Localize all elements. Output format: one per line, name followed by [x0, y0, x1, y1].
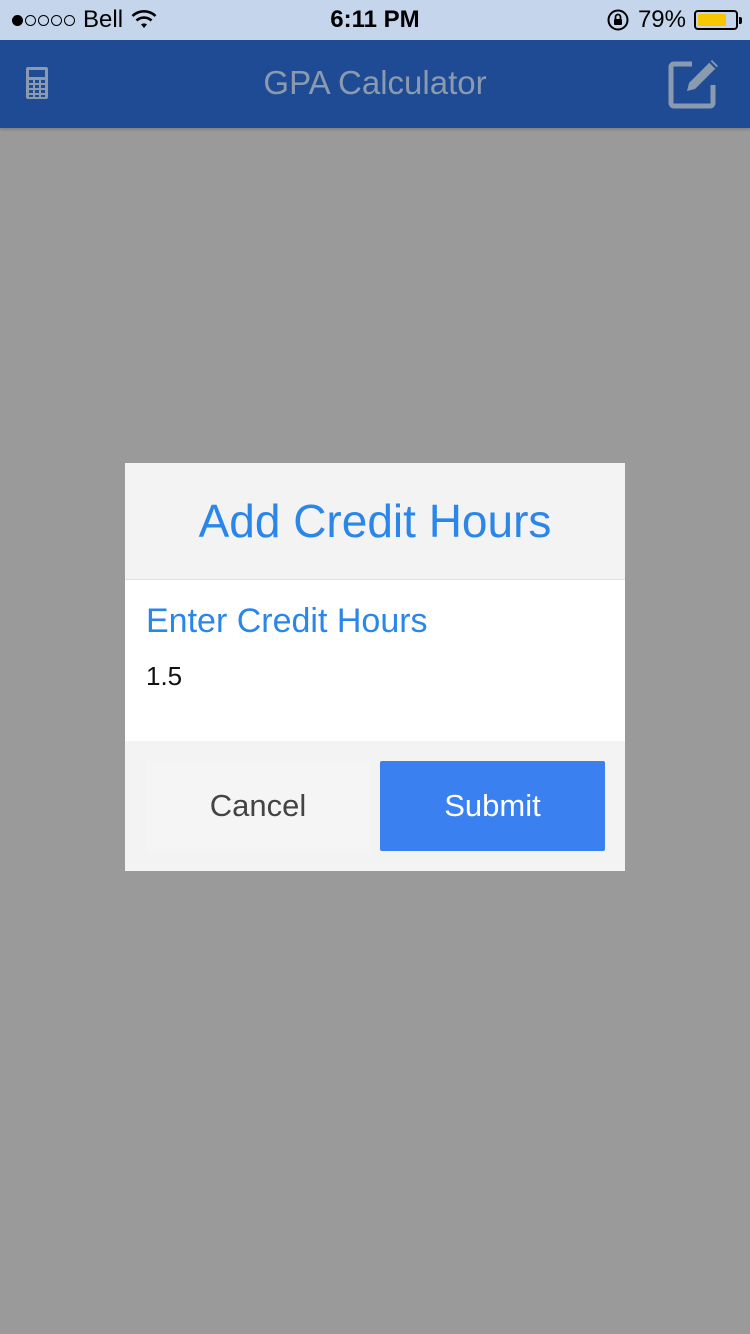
orientation-lock-icon — [607, 9, 629, 31]
screen: Bell 6:11 PM 79% GPA Calculator Add Cred… — [0, 0, 750, 1334]
dialog-body: Enter Credit Hours — [125, 580, 625, 741]
credit-hours-input[interactable] — [146, 656, 596, 696]
status-bar: Bell 6:11 PM 79% — [0, 0, 750, 40]
submit-button[interactable]: Submit — [380, 761, 605, 851]
battery-icon — [694, 10, 742, 30]
dialog-header: Add Credit Hours — [125, 463, 625, 580]
edit-icon[interactable] — [668, 56, 722, 110]
battery-fill — [698, 14, 726, 26]
battery-percent: 79% — [637, 6, 686, 33]
nav-title: GPA Calculator — [263, 64, 487, 101]
credit-hours-label: Enter Credit Hours — [146, 602, 428, 640]
dialog-footer: Cancel Submit — [125, 741, 625, 871]
dialog-title: Add Credit Hours — [198, 495, 552, 547]
status-right: 79% — [606, 6, 742, 34]
nav-bar: GPA Calculator — [0, 40, 750, 128]
add-credit-hours-dialog: Add Credit Hours Enter Credit Hours Canc… — [125, 463, 625, 871]
cancel-button[interactable]: Cancel — [146, 761, 370, 851]
